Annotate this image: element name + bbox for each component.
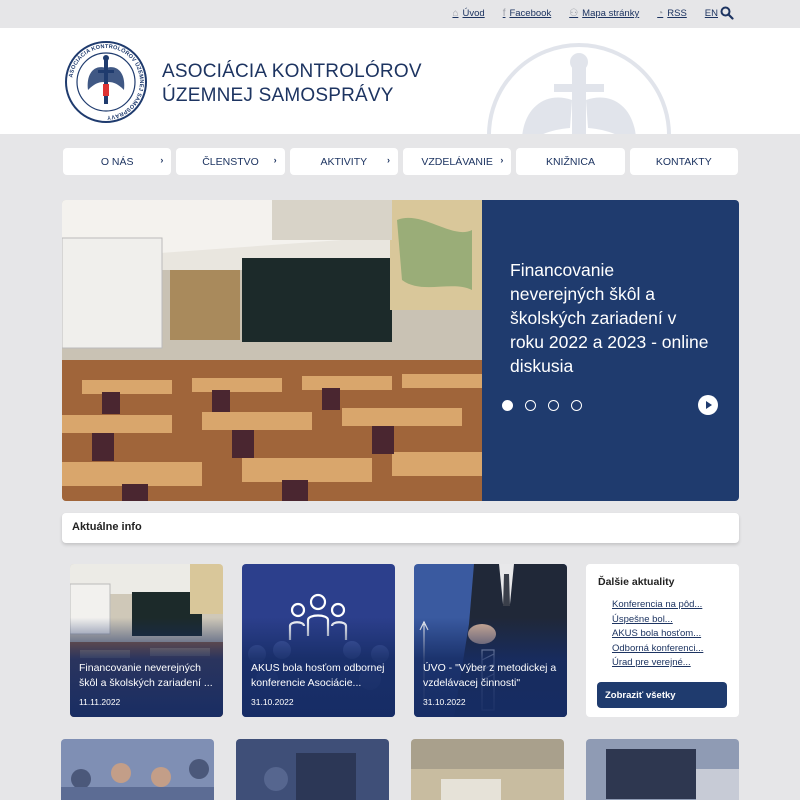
slider-next-icon[interactable]	[698, 395, 718, 415]
news-section-heading: Aktuálne info	[62, 513, 739, 543]
top-link-label: Facebook	[509, 8, 552, 19]
nav-item-label: ČLENSTVO	[202, 155, 259, 168]
chevron-right-icon: ›	[386, 155, 390, 165]
news-card-overlay	[414, 564, 567, 717]
chevron-right-icon: ›	[500, 155, 504, 165]
nav-item-o-nas[interactable]: O NÁS ›	[63, 148, 172, 175]
site-brand[interactable]: ASOCIÁCIA KONTROLÓROV ÚZEMNEJ SAMOSPRÁVY	[162, 60, 422, 108]
home-icon: ⌂	[452, 8, 459, 19]
nav-item-label: AKTIVITY	[320, 155, 368, 168]
nav-item-kontakty[interactable]: KONTAKTY	[629, 148, 738, 175]
association-logo[interactable]: ASOCIÁCIA KONTROLÓROV ÚZEMNEJ SAMOSPRÁVY	[64, 40, 148, 124]
news-card-date: 31.10.2022	[251, 697, 294, 707]
more-news-link[interactable]: Konferencia na pôd...	[612, 598, 732, 613]
logo-watermark	[487, 43, 671, 134]
top-link-label: Mapa stránky	[582, 8, 640, 19]
bottom-card-image	[236, 739, 389, 800]
news-card-title: AKUS bola hosťom odbornej konferencie As…	[251, 662, 385, 689]
rss-icon: ◔	[657, 8, 664, 19]
top-link-label: RSS	[667, 8, 687, 19]
bottom-card[interactable]	[236, 739, 389, 800]
search-icon[interactable]	[720, 6, 734, 20]
nav-item-kniznica[interactable]: KNIŽNICA	[516, 148, 625, 175]
slider-dots	[502, 400, 582, 411]
nav-item-label: KNIŽNICA	[545, 155, 595, 168]
top-link-rss[interactable]: ◔ RSS	[657, 8, 687, 19]
news-card-overlay	[242, 564, 395, 717]
top-link-label: EN	[704, 8, 718, 19]
hero-slider: Financovanie neverejných škôl a školskýc…	[62, 200, 739, 501]
site-header: ASOCIÁCIA KONTROLÓROV ÚZEMNEJ SAMOSPRÁVY…	[0, 28, 800, 134]
brand-line-2: ÚZEMNEJ SAMOSPRÁVY	[162, 85, 394, 106]
nav-item-aktivity[interactable]: AKTIVITY ›	[289, 148, 398, 175]
chevron-right-icon: ›	[160, 155, 164, 165]
nav-item-label: VZDELÁVANIE	[421, 155, 493, 168]
news-card-title: Financovanie neverejných škôl a školskýc…	[79, 662, 213, 689]
bottom-card-image	[411, 739, 564, 800]
top-link-uvod[interactable]: ⌂ Úvod	[452, 8, 484, 19]
more-news-link[interactable]: AKUS bola hosťom...	[612, 627, 732, 642]
more-news-panel: Ďalšie aktuality Konferencia na pôd... Ú…	[586, 564, 739, 717]
nav-item-vzdelavanie[interactable]: VZDELÁVANIE ›	[402, 148, 512, 175]
language-switch-en[interactable]: EN	[705, 8, 718, 19]
top-links: ⌂ Úvod f Facebook ⚇ Mapa stránky ◔ RSS EN	[452, 8, 718, 19]
bottom-card-image	[586, 739, 739, 800]
show-all-button[interactable]: Zobraziť všetky	[597, 682, 727, 708]
bottom-card-image	[61, 739, 214, 800]
main-navigation: O NÁS › ČLENSTVO › AKTIVITY › VZDELÁVANIE › …	[63, 148, 738, 175]
news-card[interactable]: Financovanie neverejných škôl a školskýc…	[70, 564, 223, 717]
more-news-link[interactable]: Úrad pre verejné...	[612, 656, 732, 671]
more-news-list: Konferencia na pôd... Úspešne bol... AKU…	[612, 598, 732, 671]
news-card-date: 11.11.2022	[79, 697, 121, 707]
bottom-card[interactable]	[61, 739, 214, 800]
news-card[interactable]: ÚVO - "Výber z metodickej a vzdelávacej …	[414, 564, 567, 717]
hero-panel: Financovanie neverejných škôl a školskýc…	[482, 200, 739, 501]
hero-title[interactable]: Financovanie neverejných škôl a školskýc…	[510, 258, 710, 378]
more-news-link[interactable]: Odborná konferenci...	[612, 642, 732, 657]
news-card-title: ÚVO - "Výber z metodickej a vzdelávacej …	[423, 662, 557, 689]
chevron-right-icon: ›	[273, 155, 277, 165]
news-card-overlay	[70, 564, 223, 717]
slider-dot[interactable]	[571, 400, 582, 411]
brand-line-1: ASOCIÁCIA KONTROLÓROV	[162, 61, 422, 82]
nav-item-label: KONTAKTY	[655, 155, 712, 168]
top-link-sitemap[interactable]: ⚇ Mapa stránky	[569, 8, 639, 19]
slider-dot[interactable]	[502, 400, 513, 411]
top-link-label: Úvod	[462, 8, 485, 19]
facebook-icon: f	[502, 8, 506, 19]
more-news-heading: Ďalšie aktuality	[598, 576, 675, 588]
top-utility-bar: ⌂ Úvod f Facebook ⚇ Mapa stránky ◔ RSS EN	[0, 0, 800, 28]
bottom-card[interactable]	[586, 739, 739, 800]
slider-dot[interactable]	[525, 400, 536, 411]
top-link-facebook[interactable]: f Facebook	[503, 8, 552, 19]
bottom-card[interactable]	[411, 739, 564, 800]
classroom-photo[interactable]	[62, 200, 482, 501]
more-news-link[interactable]: Úspešne bol...	[612, 613, 732, 628]
sitemap-icon: ⚇	[569, 8, 579, 19]
nav-item-clenstvo[interactable]: ČLENSTVO ›	[176, 148, 285, 175]
news-card[interactable]: AKUS bola hosťom odbornej konferencie As…	[242, 564, 395, 717]
slider-dot[interactable]	[548, 400, 559, 411]
nav-item-label: O NÁS	[100, 155, 134, 168]
news-card-date: 31.10.2022	[423, 697, 466, 707]
